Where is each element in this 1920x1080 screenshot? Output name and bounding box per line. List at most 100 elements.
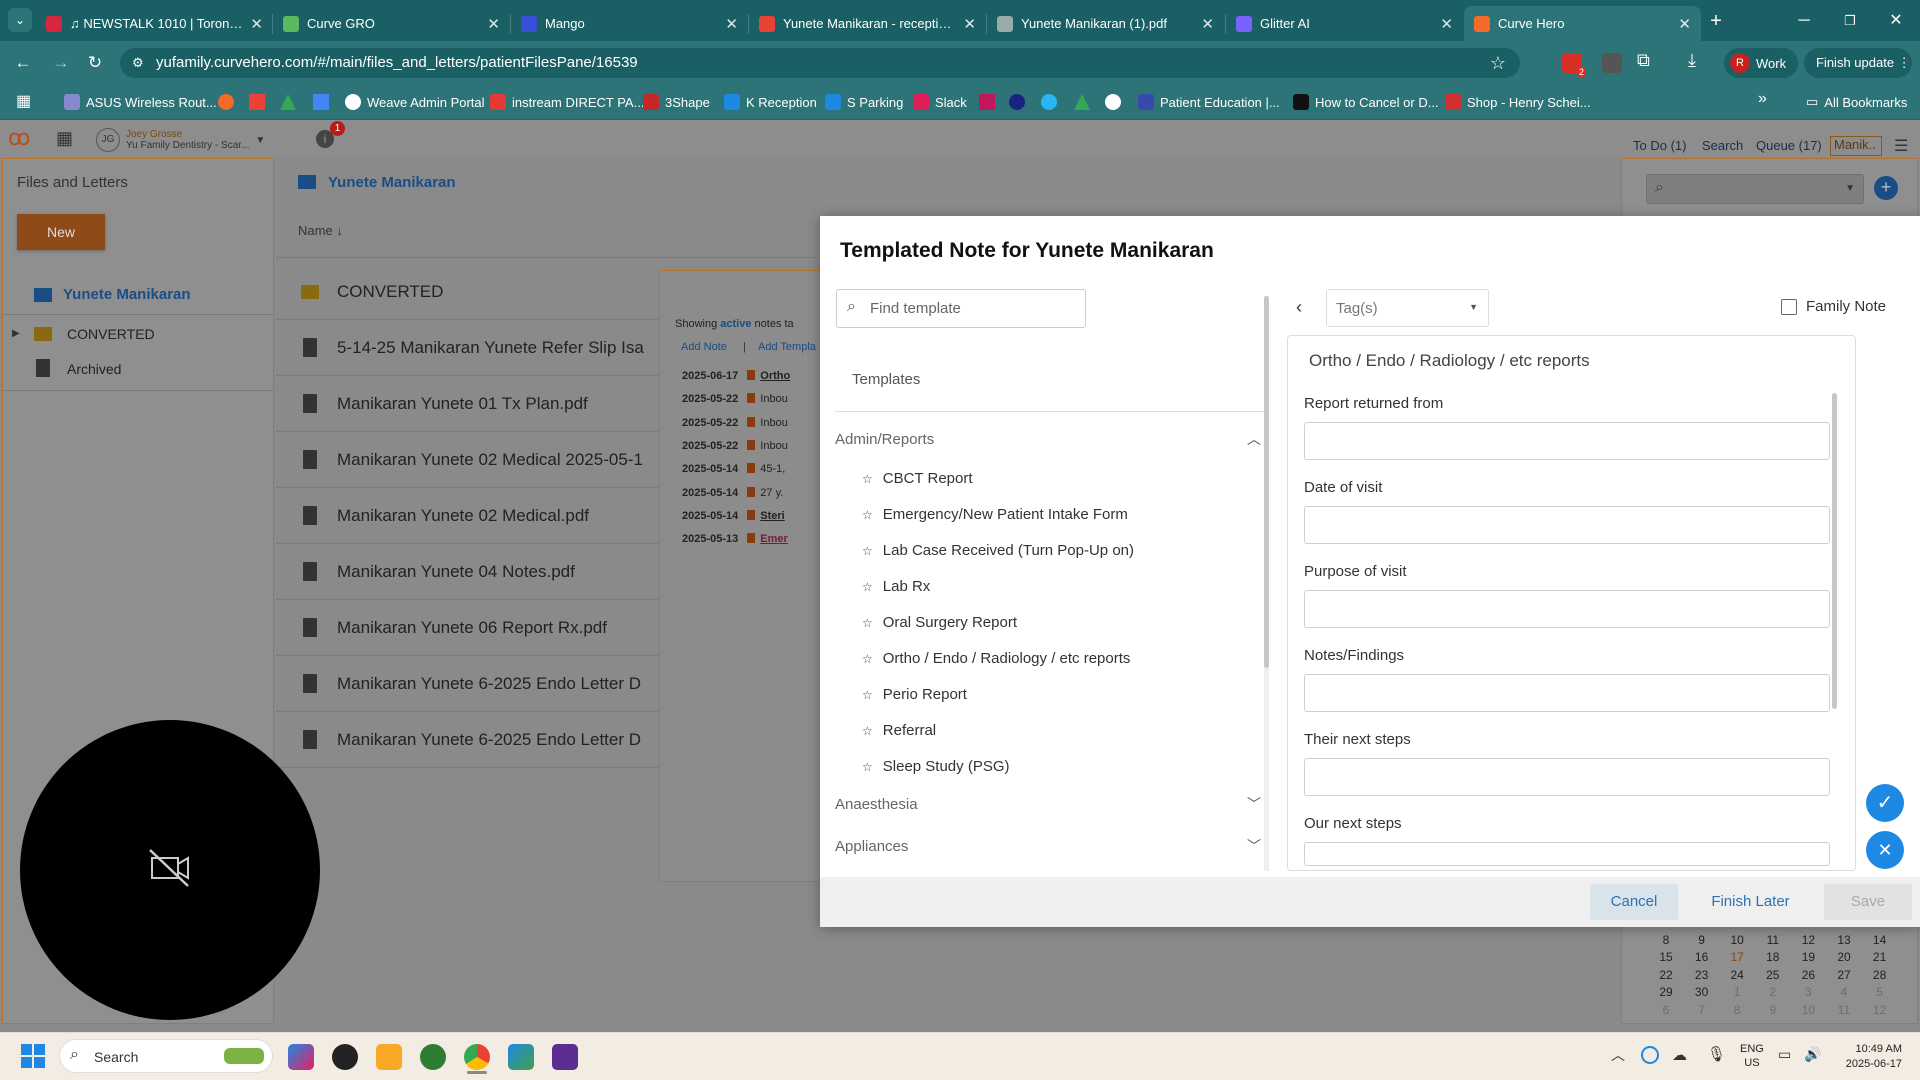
- bookmark-icon-5[interactable]: [1105, 94, 1121, 110]
- user-selector[interactable]: JG Joey Grosse Yu Family Dentistry - Sca…: [96, 126, 292, 154]
- calendar-day[interactable]: 28: [1865, 968, 1895, 982]
- onedrive-icon[interactable]: ☁: [1672, 1046, 1687, 1064]
- calendar-day[interactable]: 26: [1793, 968, 1823, 982]
- template-item[interactable]: ☆ Ortho / Endo / Radiology / etc reports: [862, 650, 1130, 667]
- close-tab-icon[interactable]: ✕: [487, 15, 500, 33]
- bookmark-s-parking[interactable]: S Parking: [825, 88, 903, 116]
- sidebar-folder-archived[interactable]: Archived: [67, 361, 121, 377]
- note-row[interactable]: 2025-05-22 Inbou: [682, 393, 822, 411]
- star-icon[interactable]: ☆: [862, 616, 873, 630]
- file-explorer-icon[interactable]: [376, 1044, 402, 1070]
- dismiss-x-icon[interactable]: ✕: [1866, 831, 1904, 869]
- template-item[interactable]: ☆ Referral: [862, 722, 936, 739]
- browser-tab[interactable]: Glitter AI ✕: [1226, 6, 1463, 41]
- search-link[interactable]: Search: [1702, 138, 1743, 153]
- expand-caret-icon[interactable]: ▶: [12, 328, 20, 339]
- calendar-day[interactable]: 24: [1722, 968, 1752, 982]
- calendar-day[interactable]: 27: [1829, 968, 1859, 982]
- calendar-day[interactable]: 8: [1651, 933, 1681, 947]
- calendar-day[interactable]: 3: [1793, 985, 1823, 999]
- cancel-button[interactable]: Cancel: [1590, 884, 1678, 920]
- confirm-check-icon[interactable]: ✓: [1866, 784, 1904, 822]
- family-note-checkbox[interactable]: [1781, 299, 1797, 315]
- bookmark-icon-1[interactable]: [979, 94, 995, 110]
- calendar-day[interactable]: 18: [1758, 950, 1788, 964]
- finish-later-button[interactable]: Finish Later: [1698, 884, 1803, 920]
- app-icon-purple[interactable]: [552, 1044, 578, 1070]
- sidebar-folder-converted[interactable]: CONVERTED: [67, 326, 155, 342]
- forward-icon[interactable]: →: [46, 48, 76, 78]
- calendar-day[interactable]: 12: [1793, 933, 1823, 947]
- m365-icon[interactable]: [508, 1044, 534, 1070]
- calendar-day[interactable]: 11: [1758, 933, 1788, 947]
- find-template-input[interactable]: ⌕ Find template: [836, 289, 1086, 328]
- windows-start-icon[interactable]: [21, 1044, 45, 1068]
- template-item[interactable]: ☆ Oral Surgery Report: [862, 614, 1017, 631]
- extension-icon[interactable]: 2: [1562, 53, 1586, 77]
- tab-search-icon[interactable]: ⌄: [8, 8, 32, 32]
- browser-tab[interactable]: Curve GRO ✕: [273, 6, 510, 41]
- category-anaesthesia[interactable]: Anaesthesia: [835, 796, 918, 813]
- apps-grid-icon[interactable]: ▦: [16, 91, 31, 111]
- bookmark-star-icon[interactable]: ☆: [1490, 48, 1506, 78]
- browser-tab[interactable]: Mango ✕: [511, 6, 748, 41]
- calendar-day[interactable]: 2: [1758, 985, 1788, 999]
- field-input[interactable]: [1304, 422, 1830, 460]
- category-admin-reports[interactable]: Admin/Reports: [835, 431, 934, 448]
- bookmark-henry-schein[interactable]: Shop - Henry Schei...: [1445, 88, 1591, 116]
- note-row[interactable]: 2025-05-14 45-1,: [682, 463, 822, 481]
- add-icon[interactable]: +: [1874, 176, 1898, 200]
- chevron-down-icon[interactable]: ﹀: [1247, 836, 1261, 856]
- calendar-day[interactable]: 8: [1722, 1003, 1752, 1017]
- site-info-icon[interactable]: ⚙: [132, 48, 144, 78]
- gmail-bookmark-icon[interactable]: [249, 94, 265, 110]
- calendar-day[interactable]: 17: [1722, 950, 1752, 964]
- field-input[interactable]: [1304, 590, 1830, 628]
- reload-icon[interactable]: ↻: [80, 48, 110, 78]
- field-input[interactable]: [1304, 506, 1830, 544]
- calendar-day[interactable]: 20: [1829, 950, 1859, 964]
- tray-chevron-icon[interactable]: ︿: [1611, 1045, 1625, 1065]
- back-arrow-icon[interactable]: ‹: [1296, 297, 1302, 318]
- calendar-day[interactable]: 11: [1829, 1003, 1859, 1017]
- curve-logo-icon[interactable]: ꝏ: [8, 126, 38, 150]
- more-bookmarks-icon[interactable]: »: [1758, 90, 1767, 108]
- hamburger-icon[interactable]: ☰: [1894, 136, 1908, 156]
- star-icon[interactable]: ☆: [862, 472, 873, 486]
- calendar-day[interactable]: 30: [1687, 985, 1717, 999]
- app-icon-green[interactable]: [420, 1044, 446, 1070]
- tags-select[interactable]: Tag(s) ▼: [1326, 289, 1489, 327]
- curve-bookmark-icon[interactable]: [218, 94, 234, 110]
- calendar-day[interactable]: 4: [1829, 985, 1859, 999]
- sidebar-patient[interactable]: Yunete Manikaran: [63, 286, 191, 303]
- bookmark-icon-2[interactable]: [1009, 94, 1025, 110]
- note-row[interactable]: 2025-05-13 Emer: [682, 533, 822, 551]
- template-scrollbar[interactable]: [1264, 296, 1269, 871]
- note-row[interactable]: 2025-06-17 Ortho: [682, 370, 822, 388]
- star-icon[interactable]: ☆: [862, 508, 873, 522]
- calendar-day[interactable]: 29: [1651, 985, 1681, 999]
- template-item[interactable]: ☆ Lab Case Received (Turn Pop-Up on): [862, 542, 1134, 559]
- calendar-day[interactable]: 22: [1651, 968, 1681, 982]
- calendar-day[interactable]: 10: [1722, 933, 1752, 947]
- taskbar-search[interactable]: ⌕ Search: [59, 1039, 273, 1073]
- templates-tab[interactable]: Templates: [852, 371, 920, 388]
- back-icon[interactable]: ←: [8, 48, 38, 78]
- field-input[interactable]: [1304, 674, 1830, 712]
- browser-tab[interactable]: Yunete Manikaran - reception@ ✕: [749, 6, 986, 41]
- note-row[interactable]: 2025-05-14 Steri: [682, 509, 822, 528]
- minimize-icon[interactable]: ─: [1784, 8, 1824, 34]
- browser-tab[interactable]: Yunete Manikaran (1).pdf ✕: [987, 6, 1224, 41]
- app-icon-dark[interactable]: [332, 1044, 358, 1070]
- template-item[interactable]: ☆ Lab Rx: [862, 578, 930, 595]
- calendar-day[interactable]: 9: [1687, 933, 1717, 947]
- chevron-down-icon[interactable]: ﹀: [1247, 794, 1261, 814]
- extension-off-icon[interactable]: [1602, 53, 1622, 73]
- add-note-link[interactable]: Add Note: [681, 341, 727, 353]
- patient-search-input[interactable]: ⌕ ▼: [1646, 174, 1864, 204]
- calendar-day[interactable]: 1: [1722, 985, 1752, 999]
- name-column-header[interactable]: Name ↓: [298, 223, 343, 238]
- bookmark-instream[interactable]: instream DIRECT PA...: [490, 88, 644, 116]
- add-template-link[interactable]: Add Templa: [758, 341, 816, 353]
- note-row[interactable]: 2025-05-22 Inbou: [682, 416, 822, 435]
